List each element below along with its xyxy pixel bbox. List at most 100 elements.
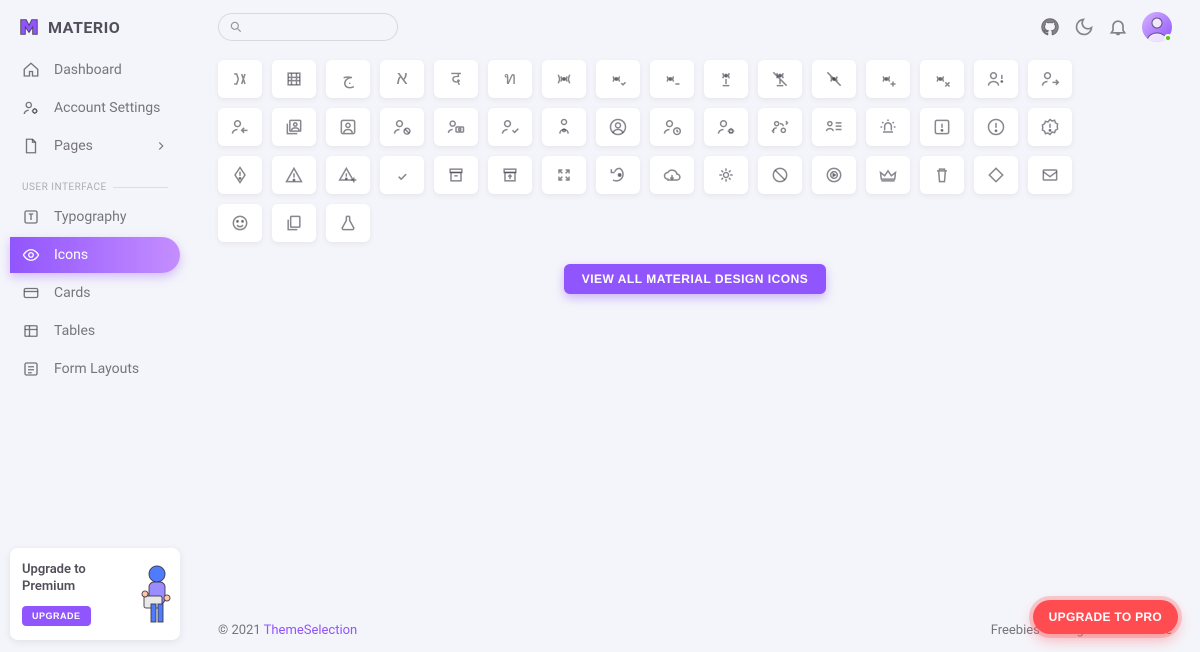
emoticon-icon (230, 213, 250, 233)
bell-icon[interactable] (1108, 17, 1128, 37)
upgrade-to-pro-button[interactable]: UPGRADE TO PRO (1033, 600, 1178, 634)
arrow-collapse-icon (554, 165, 574, 185)
icon-card-crown[interactable] (866, 156, 910, 194)
sidebar-item-account-settings[interactable]: Account Settings (10, 90, 180, 126)
alert-circle-icon (986, 117, 1006, 137)
icon-card-account-convert[interactable] (758, 108, 802, 146)
brand-logo-icon (18, 16, 40, 38)
icon-card-account-details[interactable] (812, 108, 856, 146)
sidebar-item-dashboard[interactable]: Dashboard (10, 52, 180, 88)
sidebar-item-form-layouts[interactable]: Form Layouts (10, 351, 180, 387)
icon-grid: جאदท (218, 60, 1172, 242)
icon-card-alert-plus[interactable] (326, 156, 370, 194)
icon-card-access-point-minus[interactable] (650, 60, 694, 98)
icon-card-account-check[interactable] (488, 108, 532, 146)
alert-box-icon (932, 117, 952, 137)
icon-card-account-child[interactable] (542, 108, 586, 146)
icon-card-cloud-download[interactable] (650, 156, 694, 194)
icon-card-account-box-multiple[interactable] (272, 108, 316, 146)
icon-card-account-alert[interactable] (974, 60, 1018, 98)
sidebar-item-label: Tables (54, 323, 95, 339)
search-box[interactable] (218, 13, 398, 41)
abugida-devanagari-icon: द (451, 70, 461, 88)
account-cog-icon (716, 117, 736, 137)
search-input[interactable] (243, 20, 387, 34)
icon-card-abjad-hebrew[interactable]: א (380, 60, 424, 98)
icon-card-account-arrow-right[interactable] (1028, 60, 1072, 98)
icon-card-access-point-check[interactable] (596, 60, 640, 98)
abacus-icon (284, 69, 304, 89)
status-online-dot (1164, 34, 1172, 42)
icon-card-alert-box[interactable] (920, 108, 964, 146)
icon-card-delete[interactable] (920, 156, 964, 194)
sidebar-item-icons[interactable]: Icons (10, 237, 180, 273)
account-cancel-icon (392, 117, 412, 137)
icon-card-content-copy[interactable] (272, 204, 316, 242)
icon-card-access-point[interactable] (542, 60, 586, 98)
access-point-icon (554, 69, 574, 89)
icon-card-abacus[interactable] (272, 60, 316, 98)
icon-card-access-point-network[interactable] (704, 60, 748, 98)
sidebar-item-label: Dashboard (54, 62, 122, 78)
icon-card-email[interactable] (1028, 156, 1072, 194)
sidebar-item-pages[interactable]: Pages (10, 128, 180, 164)
icon-card-alert[interactable] (272, 156, 316, 194)
github-icon[interactable] (1040, 17, 1060, 37)
footer: © 2021 ThemeSelection Freebies Blog MIT … (218, 609, 1172, 652)
icon-card-alert-circle[interactable] (974, 108, 1018, 146)
sidebar-item-label: Pages (54, 138, 93, 154)
icon-card-off[interactable] (758, 156, 802, 194)
icon-card-arrow-collapse[interactable] (542, 156, 586, 194)
upgrade-button[interactable]: UPGRADE (22, 606, 91, 626)
icon-card-flask[interactable] (326, 204, 370, 242)
user-avatar[interactable] (1142, 12, 1172, 42)
icon-card-account-clock[interactable] (650, 108, 694, 146)
icon-card-abjad-arabic[interactable]: ج (326, 60, 370, 98)
icon-card-account-circle[interactable] (596, 108, 640, 146)
icon-card-abugida-thai[interactable]: ท (488, 60, 532, 98)
account-cog-icon (22, 99, 40, 117)
icon-card-alert-rhombus[interactable] (218, 156, 262, 194)
icon-card-api[interactable] (704, 156, 748, 194)
brand[interactable]: MATERIO (10, 12, 180, 52)
icon-card-archive[interactable] (434, 156, 478, 194)
icon-card-ab-testing[interactable] (218, 60, 262, 98)
theme-toggle-icon[interactable] (1074, 17, 1094, 37)
icon-card-account-cancel[interactable] (380, 108, 424, 146)
abugida-thai-icon: ท (504, 70, 516, 88)
approval-icon (392, 165, 412, 185)
icon-card-emoticon[interactable] (218, 204, 262, 242)
icon-card-motion-play[interactable] (812, 156, 856, 194)
table-icon (22, 322, 40, 340)
typography-icon (22, 208, 40, 226)
icon-card-access-point-plus[interactable] (866, 60, 910, 98)
icon-card-alert-decagram[interactable] (1028, 108, 1072, 146)
icon-card-access-point-off[interactable] (812, 60, 856, 98)
crown-icon (878, 165, 898, 185)
view-all-button[interactable]: VIEW ALL MATERIAL DESIGN ICONS (564, 264, 827, 294)
icon-card-account-arrow-left[interactable] (218, 108, 262, 146)
upgrade-card: Upgrade to Premium UPGRADE (10, 548, 180, 640)
icon-card-access-point-network-off[interactable] (758, 60, 802, 98)
icon-card-alarm-light[interactable] (866, 108, 910, 146)
icon-card-account-cog[interactable] (704, 108, 748, 146)
abjad-arabic-icon: ج (342, 70, 354, 88)
icon-card-backup-restore[interactable] (596, 156, 640, 194)
sidebar-item-cards[interactable]: Cards (10, 275, 180, 311)
alarm-light-icon (878, 117, 898, 137)
icon-card-abugida-devanagari[interactable]: द (434, 60, 478, 98)
icon-card-approval[interactable] (380, 156, 424, 194)
footer-themeselection-link[interactable]: ThemeSelection (264, 623, 358, 638)
icon-card-account-box[interactable] (326, 108, 370, 146)
sidebar-item-tables[interactable]: Tables (10, 313, 180, 349)
access-point-plus-icon (878, 69, 898, 89)
sidebar-item-typography[interactable]: Typography (10, 199, 180, 235)
account-box-icon (338, 117, 358, 137)
icon-card-tag[interactable] (974, 156, 1018, 194)
sidebar-item-label: Typography (54, 209, 126, 225)
footer-link-freebies[interactable]: Freebies (991, 623, 1040, 638)
icon-card-archive-arrow-up[interactable] (488, 156, 532, 194)
icon-card-access-point-remove[interactable] (920, 60, 964, 98)
sidebar-section-title: USER INTERFACE (10, 166, 180, 199)
icon-card-account-cash[interactable] (434, 108, 478, 146)
